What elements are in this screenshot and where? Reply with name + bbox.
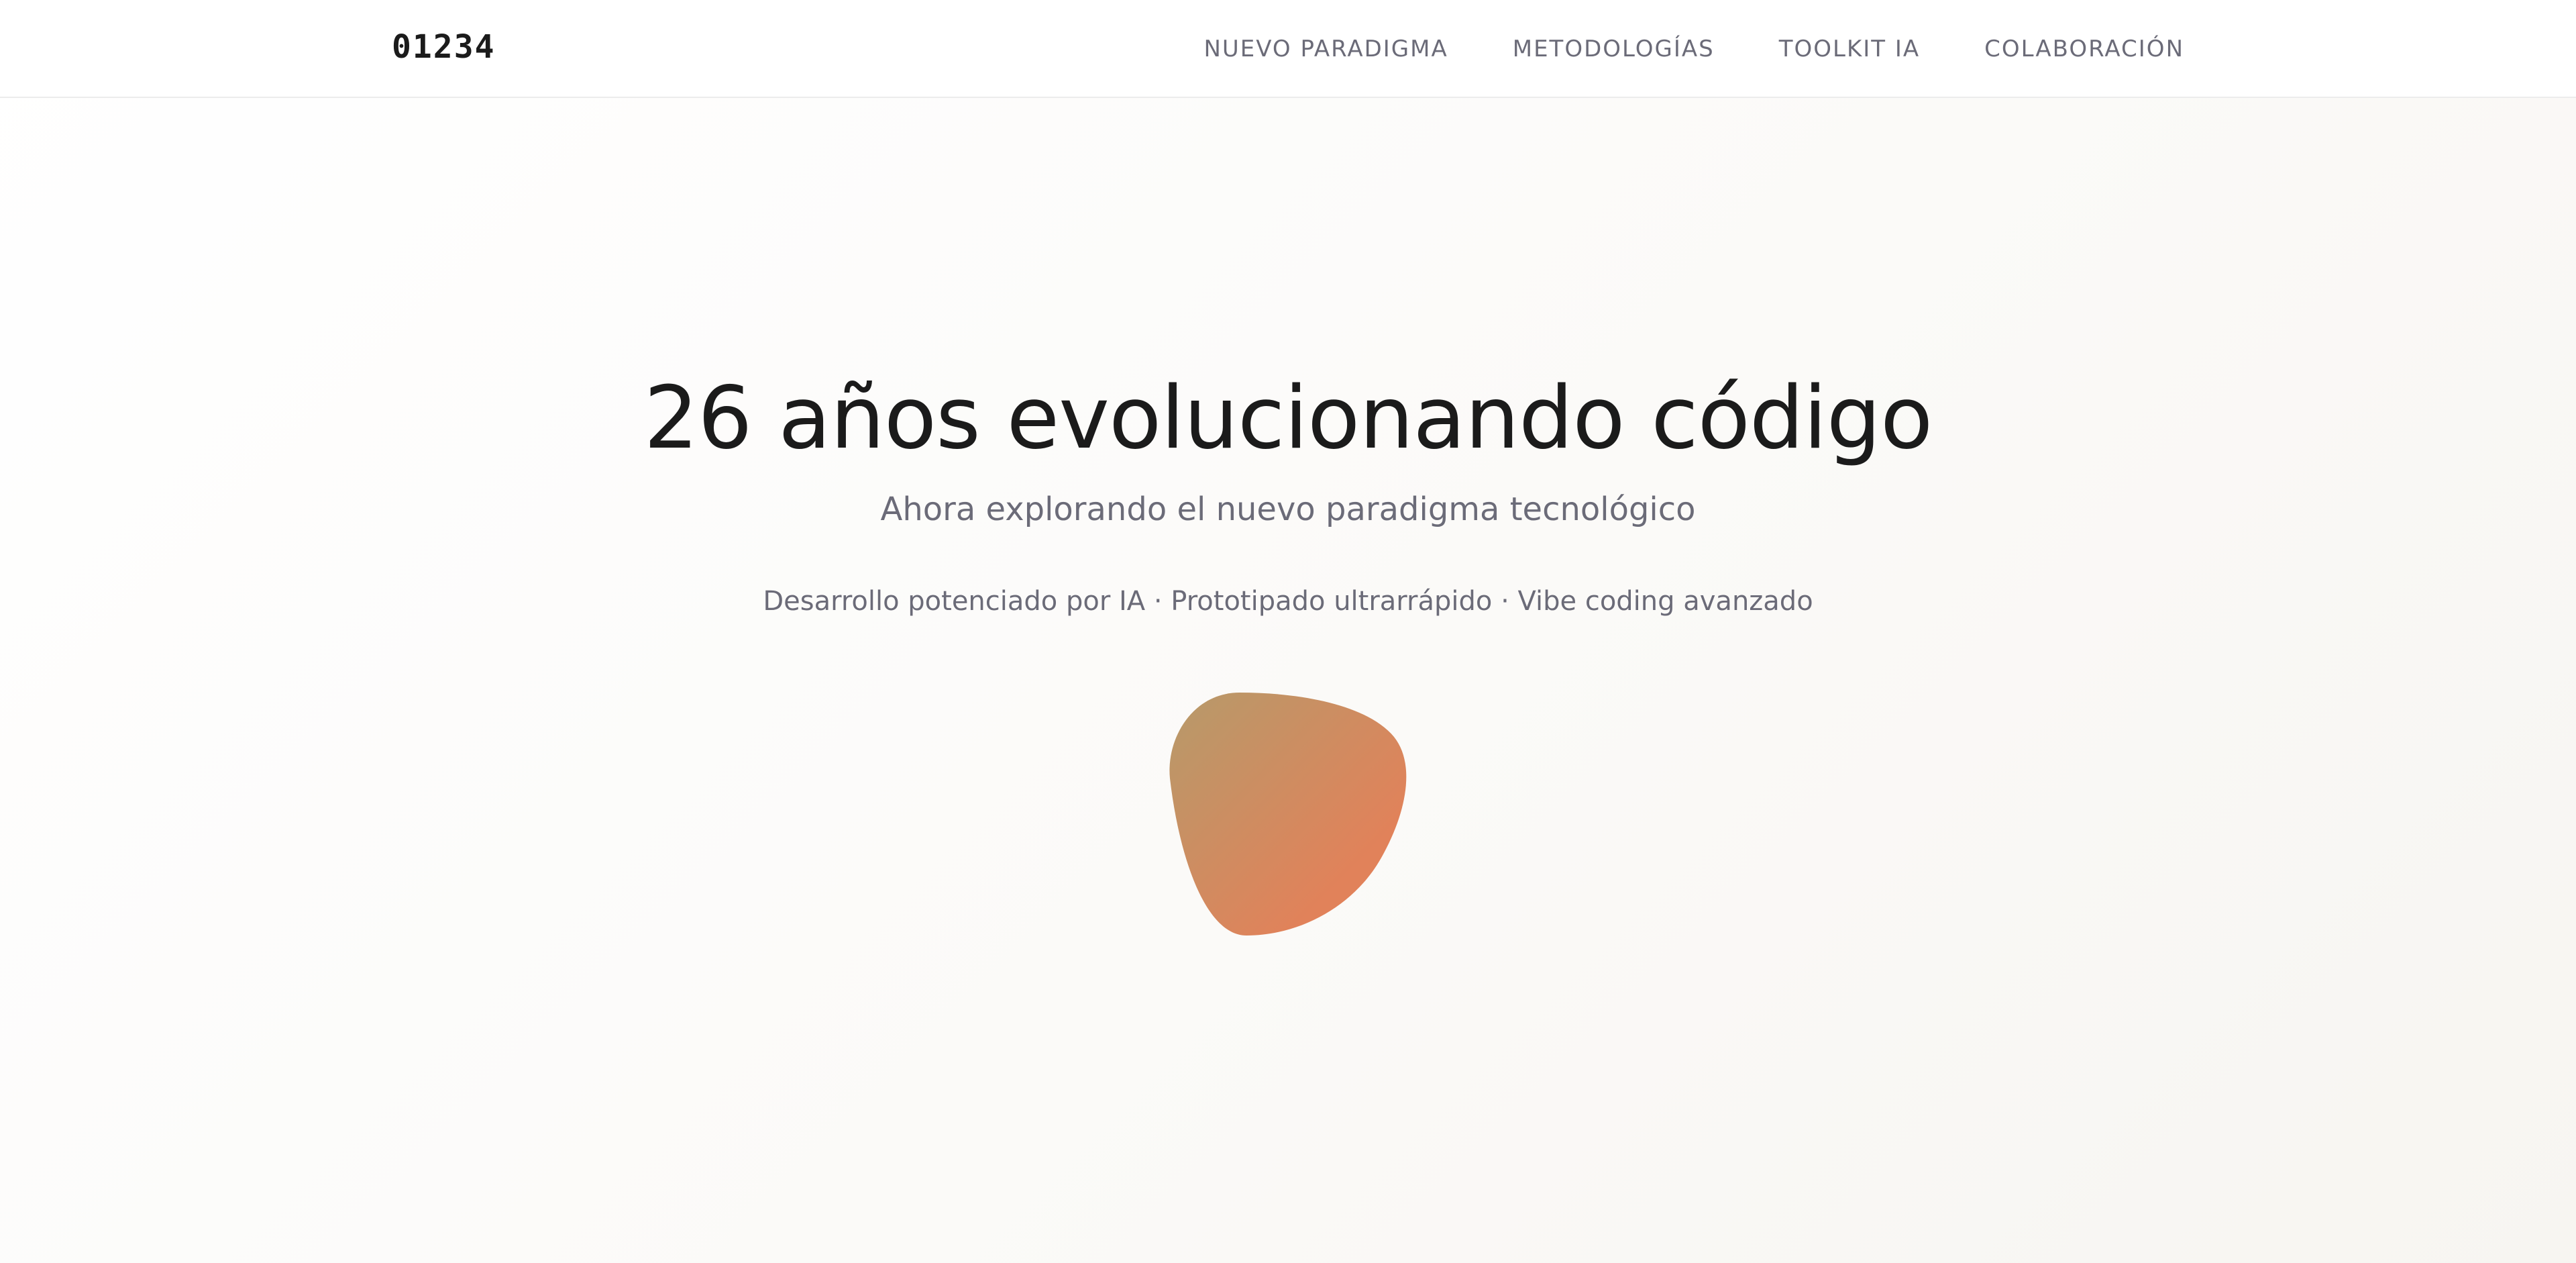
hero-title: 26 años evolucionando código xyxy=(643,368,1933,468)
nav-item-colaboracion[interactable]: COLABORACIÓN xyxy=(1984,36,2184,62)
nav-item-toolkit-ia[interactable]: TOOLKIT IA xyxy=(1779,36,1920,62)
hero-tagline: Desarrollo potenciado por IA · Prototipa… xyxy=(763,586,1813,617)
nav-item-nuevo-paradigma[interactable]: NUEVO PARADIGMA xyxy=(1203,36,1448,62)
site-header: 01234 NUEVO PARADIGMA METODOLOGÍAS TOOLK… xyxy=(0,0,2576,98)
gradient-blob-shape xyxy=(1169,693,1407,936)
hero-subtitle: Ahora explorando el nuevo paradigma tecn… xyxy=(880,491,1696,528)
nav-item-metodologias[interactable]: METODOLOGÍAS xyxy=(1513,36,1715,62)
site-logo[interactable]: 01234 xyxy=(392,26,496,68)
hero-section: 26 años evolucionando código Ahora explo… xyxy=(0,98,2576,1263)
main-nav: NUEVO PARADIGMA METODOLOGÍAS TOOLKIT IA … xyxy=(1203,0,2184,98)
